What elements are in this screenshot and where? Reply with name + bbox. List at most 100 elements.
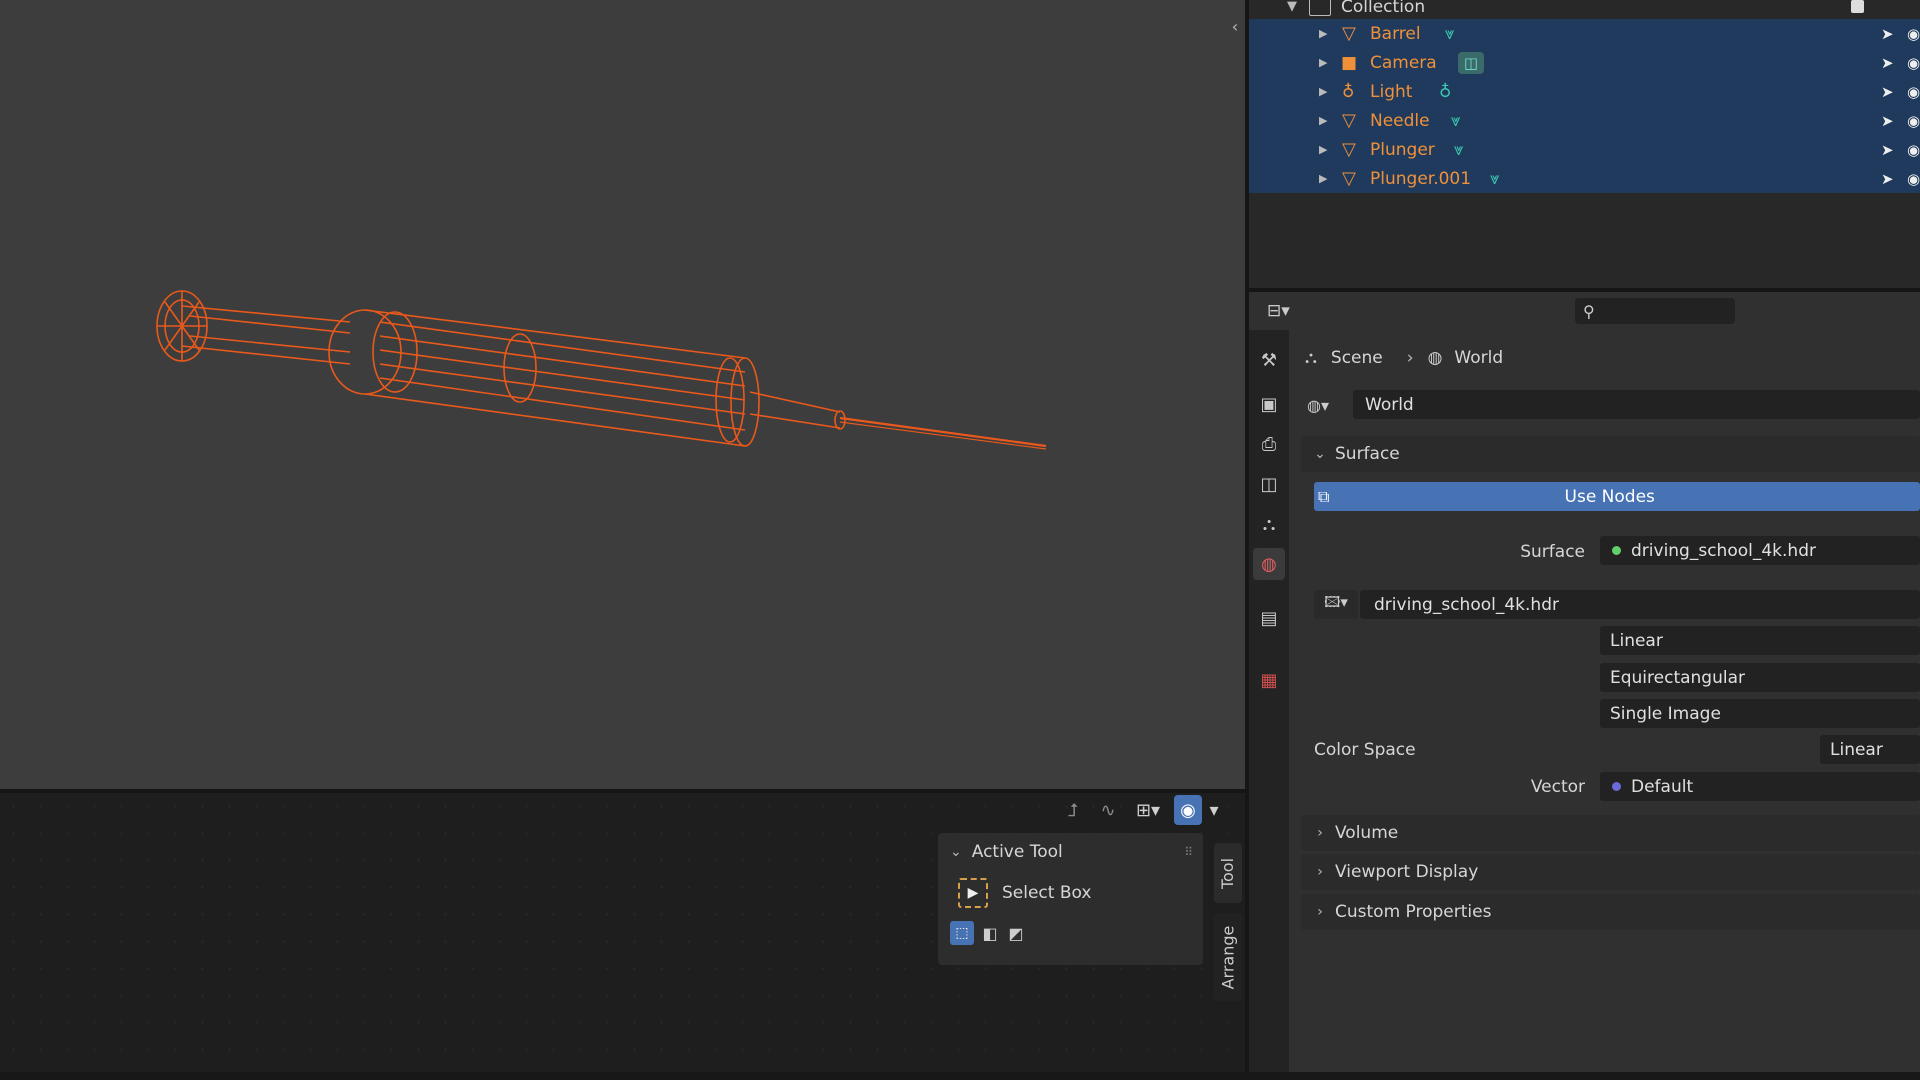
select-arrow-icon[interactable]: ➤ <box>1881 112 1894 130</box>
image-name-field[interactable]: driving_school_4k.hdr <box>1360 590 1920 619</box>
search-input[interactable]: ⚲ <box>1575 298 1735 324</box>
panel-header[interactable]: ⌄ Active Tool ⠿ <box>938 833 1203 871</box>
outliner-item-plunger[interactable]: ▶ ▽ Plunger ⩔ ➤ ◉ <box>1249 135 1920 164</box>
arrow-up-icon[interactable]: ⮥ <box>1058 795 1088 825</box>
custom-properties-section-header[interactable]: › Custom Properties <box>1301 894 1920 930</box>
color-space-label: Color Space <box>1314 740 1416 760</box>
use-nodes-button[interactable]: ⧉ Use Nodes <box>1314 482 1920 511</box>
select-arrow-icon[interactable]: ➤ <box>1881 54 1894 72</box>
search-icon: ⚲ <box>1583 301 1595 321</box>
volume-section-header[interactable]: › Volume <box>1301 815 1920 851</box>
mode-new-icon[interactable]: ⬚ <box>950 921 974 945</box>
surface-section-header[interactable]: ⌄ Surface <box>1301 436 1920 472</box>
chevron-left-icon[interactable]: ‹ <box>1228 16 1242 38</box>
mode-subtract-icon[interactable]: ◩ <box>1004 921 1028 945</box>
status-bar <box>0 1072 1920 1080</box>
outliner-item-camera[interactable]: ▶ ■ Camera ◫ ➤ ◉ <box>1249 48 1920 77</box>
scene-icon[interactable]: ⛬ <box>1253 508 1285 540</box>
expand-right-icon[interactable]: ▶ <box>1319 85 1327 98</box>
light-data-icon[interactable]: ♁ <box>1439 82 1451 102</box>
vector-field[interactable]: Default <box>1600 772 1920 801</box>
expand-down-icon[interactable]: ▼ <box>1287 0 1297 14</box>
breadcrumb-scene[interactable]: Scene <box>1331 348 1383 368</box>
panel-title: Active Tool <box>971 842 1063 862</box>
outliner-item-plunger-001[interactable]: ▶ ▽ Plunger.001 ⩔ ➤ ◉ <box>1249 164 1920 193</box>
mesh-data-icon[interactable]: ⩔ <box>1445 24 1455 44</box>
socket-dot-icon <box>1612 782 1621 791</box>
drag-handle-icon[interactable]: ⠿ <box>1184 845 1193 859</box>
expand-right-icon[interactable]: ▶ <box>1319 56 1327 69</box>
surface-shader-field[interactable]: driving_school_4k.hdr <box>1600 536 1920 565</box>
image-browse-icon[interactable]: 🖾▾ <box>1314 590 1358 619</box>
collection-icon <box>1309 0 1331 16</box>
eye-icon[interactable]: ◉ <box>1907 112 1920 130</box>
editor-type-icon[interactable]: ⊟▾ <box>1267 298 1311 324</box>
select-arrow-icon[interactable]: ➤ <box>1881 141 1894 159</box>
outliner-item-needle[interactable]: ▶ ▽ Needle ⩔ ➤ ◉ <box>1249 106 1920 135</box>
expand-right-icon[interactable]: ▶ <box>1319 143 1327 156</box>
overlay-icon[interactable]: ◉ <box>1174 795 1202 825</box>
world-icon[interactable]: ◍ <box>1253 548 1285 580</box>
mesh-data-icon[interactable]: ⩔ <box>1454 140 1464 160</box>
mode-extend-icon[interactable]: ◧ <box>978 921 1002 945</box>
eye-icon[interactable]: ◉ <box>1907 170 1920 188</box>
texture-icon[interactable]: ▦ <box>1253 664 1285 696</box>
socket-dot-icon <box>1612 546 1621 555</box>
surface-label: Surface <box>1520 542 1585 562</box>
3d-viewport[interactable]: ‹ <box>0 0 1245 789</box>
light-icon: ♁ <box>1342 81 1355 102</box>
select-arrow-icon[interactable]: ➤ <box>1881 25 1894 43</box>
source-dropdown[interactable]: Single Image <box>1600 699 1920 728</box>
eye-icon[interactable]: ◉ <box>1907 83 1920 101</box>
chevron-down-icon: ⌄ <box>950 844 962 860</box>
select-box-icon[interactable]: ▶ <box>958 878 988 908</box>
expand-right-icon[interactable]: ▶ <box>1319 114 1327 127</box>
projection-dropdown[interactable]: Equirectangular <box>1600 663 1920 692</box>
camera-data-icon[interactable]: ◫ <box>1458 51 1484 74</box>
chevron-right-icon: › <box>1317 864 1323 880</box>
world-browse-icon[interactable]: ◍▾ <box>1307 392 1347 418</box>
scene-icon: ⛬ <box>1305 348 1317 368</box>
select-arrow-icon[interactable]: ➤ <box>1881 170 1894 188</box>
outliner: ▼ Collection ▶ ▽ Barrel ⩔ ➤ ◉ ▶ ■ Camera… <box>1249 0 1920 288</box>
expand-right-icon[interactable]: ▶ <box>1319 27 1327 40</box>
mesh-data-icon[interactable]: ⩔ <box>1451 111 1461 131</box>
tab-arrange[interactable]: Arrange <box>1214 913 1242 1001</box>
color-space-dropdown[interactable]: Linear <box>1820 735 1920 764</box>
select-arrow-icon[interactable]: ➤ <box>1881 83 1894 101</box>
properties-tabs: ⚒ ▣ ⎙ ◫ ⛬ ◍ ▤ ▦ <box>1249 330 1289 1080</box>
mesh-icon: ▽ <box>1342 110 1356 131</box>
collection-row[interactable]: ▼ Collection <box>1249 0 1920 21</box>
world-name-field[interactable]: World <box>1353 390 1920 419</box>
mesh-data-icon[interactable]: ⩔ <box>1490 169 1500 189</box>
checkbox-icon[interactable] <box>1851 0 1864 13</box>
collection-props-icon[interactable]: ▤ <box>1253 602 1285 634</box>
eye-icon[interactable]: ◉ <box>1907 54 1920 72</box>
snap-icon[interactable]: ⊞▾ <box>1126 795 1170 825</box>
interpolation-dropdown[interactable]: Linear <box>1600 626 1920 655</box>
chevron-right-icon: › <box>1317 825 1323 841</box>
mesh-icon: ▽ <box>1342 168 1356 189</box>
chevron-right-icon: › <box>1317 904 1323 920</box>
item-name: Needle <box>1370 110 1430 131</box>
lasso-icon[interactable]: ∿ <box>1093 795 1123 825</box>
tab-tool[interactable]: Tool <box>1214 843 1242 903</box>
viewport-display-section-header[interactable]: › Viewport Display <box>1301 854 1920 890</box>
breadcrumb-world[interactable]: World <box>1454 348 1503 368</box>
outliner-item-light[interactable]: ▶ ♁ Light ♁ ➤ ◉ <box>1249 77 1920 106</box>
eye-icon[interactable]: ◉ <box>1907 25 1920 43</box>
render-icon[interactable]: ▣ <box>1253 388 1285 420</box>
item-name: Light <box>1370 81 1413 102</box>
chevron-down-icon[interactable]: ▾ <box>1204 795 1224 825</box>
section-title: Viewport Display <box>1335 862 1479 882</box>
item-name: Camera <box>1370 52 1437 73</box>
view-layer-icon[interactable]: ◫ <box>1253 468 1285 500</box>
output-icon[interactable]: ⎙ <box>1253 428 1285 460</box>
outliner-item-barrel[interactable]: ▶ ▽ Barrel ⩔ ➤ ◉ <box>1249 19 1920 48</box>
tool-settings-icon[interactable]: ⚒ <box>1253 344 1285 376</box>
collection-label: Collection <box>1341 0 1426 17</box>
tool-name: Select Box <box>1002 883 1092 903</box>
section-title: Surface <box>1335 444 1400 464</box>
expand-right-icon[interactable]: ▶ <box>1319 172 1327 185</box>
eye-icon[interactable]: ◉ <box>1907 141 1920 159</box>
